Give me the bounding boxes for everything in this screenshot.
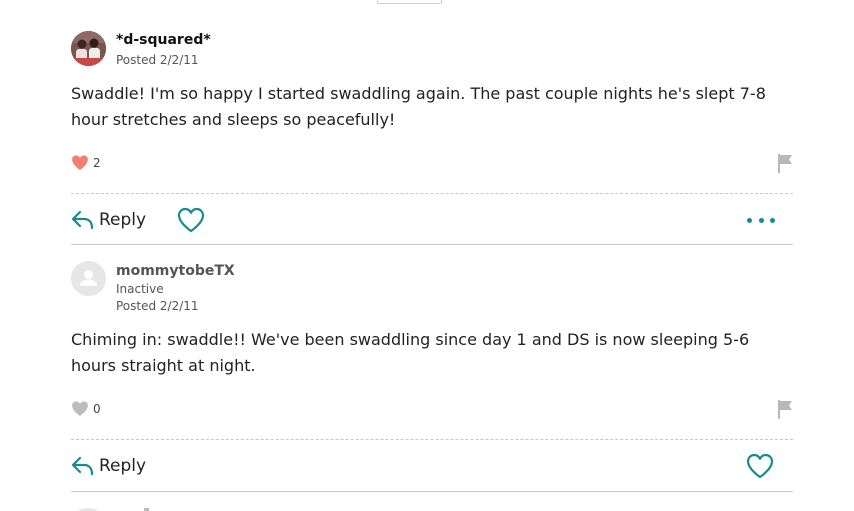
likes-row: 2 [71,153,793,173]
reply-label: Reply [99,456,147,476]
liked-heart-icon [72,155,88,170]
post-date: Posted 2/2/11 [116,299,199,313]
author-name[interactable]: mommytobeTX [116,263,235,279]
divider [71,439,793,440]
unliked-heart-icon [72,401,88,416]
flag-icon[interactable] [777,153,793,173]
collapse-tab[interactable] [377,0,442,4]
more-dots-icon[interactable] [747,209,775,231]
post-separator [71,491,793,492]
likes-row: 0 [71,399,793,419]
post-separator [71,244,793,245]
heart-outline-icon[interactable] [746,453,774,479]
post-body: Swaddle! I'm so happy I started swaddlin… [71,84,766,129]
divider [71,193,793,194]
heart-outline-icon[interactable] [177,207,205,233]
post-actions: Reply [71,451,793,481]
like-count: 0 [93,402,101,416]
reply-button[interactable]: Reply [71,205,146,235]
reply-button[interactable]: Reply [71,451,146,481]
default-avatar-icon[interactable] [71,261,106,296]
user-status: Inactive [116,282,164,296]
author-name[interactable]: *d-squared* [116,32,211,48]
post-body: Chiming in: swaddle!! We've been swaddli… [71,330,750,375]
post-actions: Reply [71,205,793,235]
post-date: Posted 2/2/11 [116,53,199,67]
reply-arrow-icon [71,210,94,230]
like-count: 2 [93,156,101,170]
reply-arrow-icon [71,456,94,476]
avatar[interactable] [71,31,106,66]
reply-label: Reply [99,210,147,230]
flag-icon[interactable] [777,399,793,419]
